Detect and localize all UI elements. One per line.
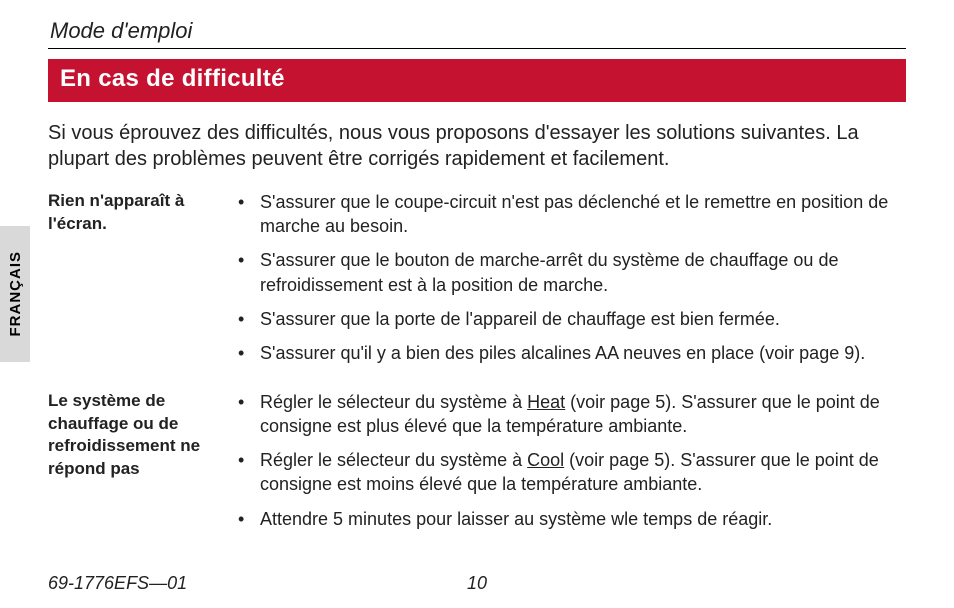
solution-item: S'assurer que le bouton de marche-arrêt … (230, 248, 906, 297)
language-tab: FRANÇAIS (0, 226, 30, 362)
solution-item: S'assurer qu'il y a bien des piles alcal… (230, 341, 906, 365)
solution-item: Régler le sélecteur du système à Heat (v… (230, 390, 906, 439)
trouble-row: Rien n'apparaît à l'écran. S'assurer que… (48, 190, 906, 376)
language-tab-label: FRANÇAIS (7, 251, 24, 337)
page-number: 10 (467, 573, 487, 594)
document-number: 69-1776EFS—01 (48, 573, 187, 594)
solution-text-pre: Régler le sélecteur du système à (260, 450, 527, 470)
solution-text-underline: Heat (527, 392, 565, 412)
solution-text-underline: Cool (527, 450, 564, 470)
solution-item: Attendre 5 minutes pour laisser au systè… (230, 507, 906, 531)
manual-page: Mode d'emploi En cas de difficulté Si vo… (0, 0, 954, 608)
trouble-row: Le système de chauffage ou de refroidiss… (48, 390, 906, 541)
section-heading: En cas de difficulté (48, 59, 906, 102)
solutions-list: S'assurer que le coupe-circuit n'est pas… (230, 190, 906, 376)
solution-text-pre: Régler le sélecteur du système à (260, 392, 527, 412)
problem-text: Rien n'apparaît à l'écran. (48, 190, 230, 236)
solution-item: S'assurer que le coupe-circuit n'est pas… (230, 190, 906, 239)
divider-top (48, 48, 906, 49)
solution-item: Régler le sélecteur du système à Cool (v… (230, 448, 906, 497)
solutions-list: Régler le sélecteur du système à Heat (v… (230, 390, 906, 541)
page-footer: 69-1776EFS—01 10 (48, 573, 906, 594)
problem-text: Le système de chauffage ou de refroidiss… (48, 390, 230, 482)
document-title: Mode d'emploi (48, 18, 906, 44)
section-intro-text: Si vous éprouvez des difficultés, nous v… (48, 120, 906, 172)
solution-item: S'assurer que la porte de l'appareil de … (230, 307, 906, 331)
